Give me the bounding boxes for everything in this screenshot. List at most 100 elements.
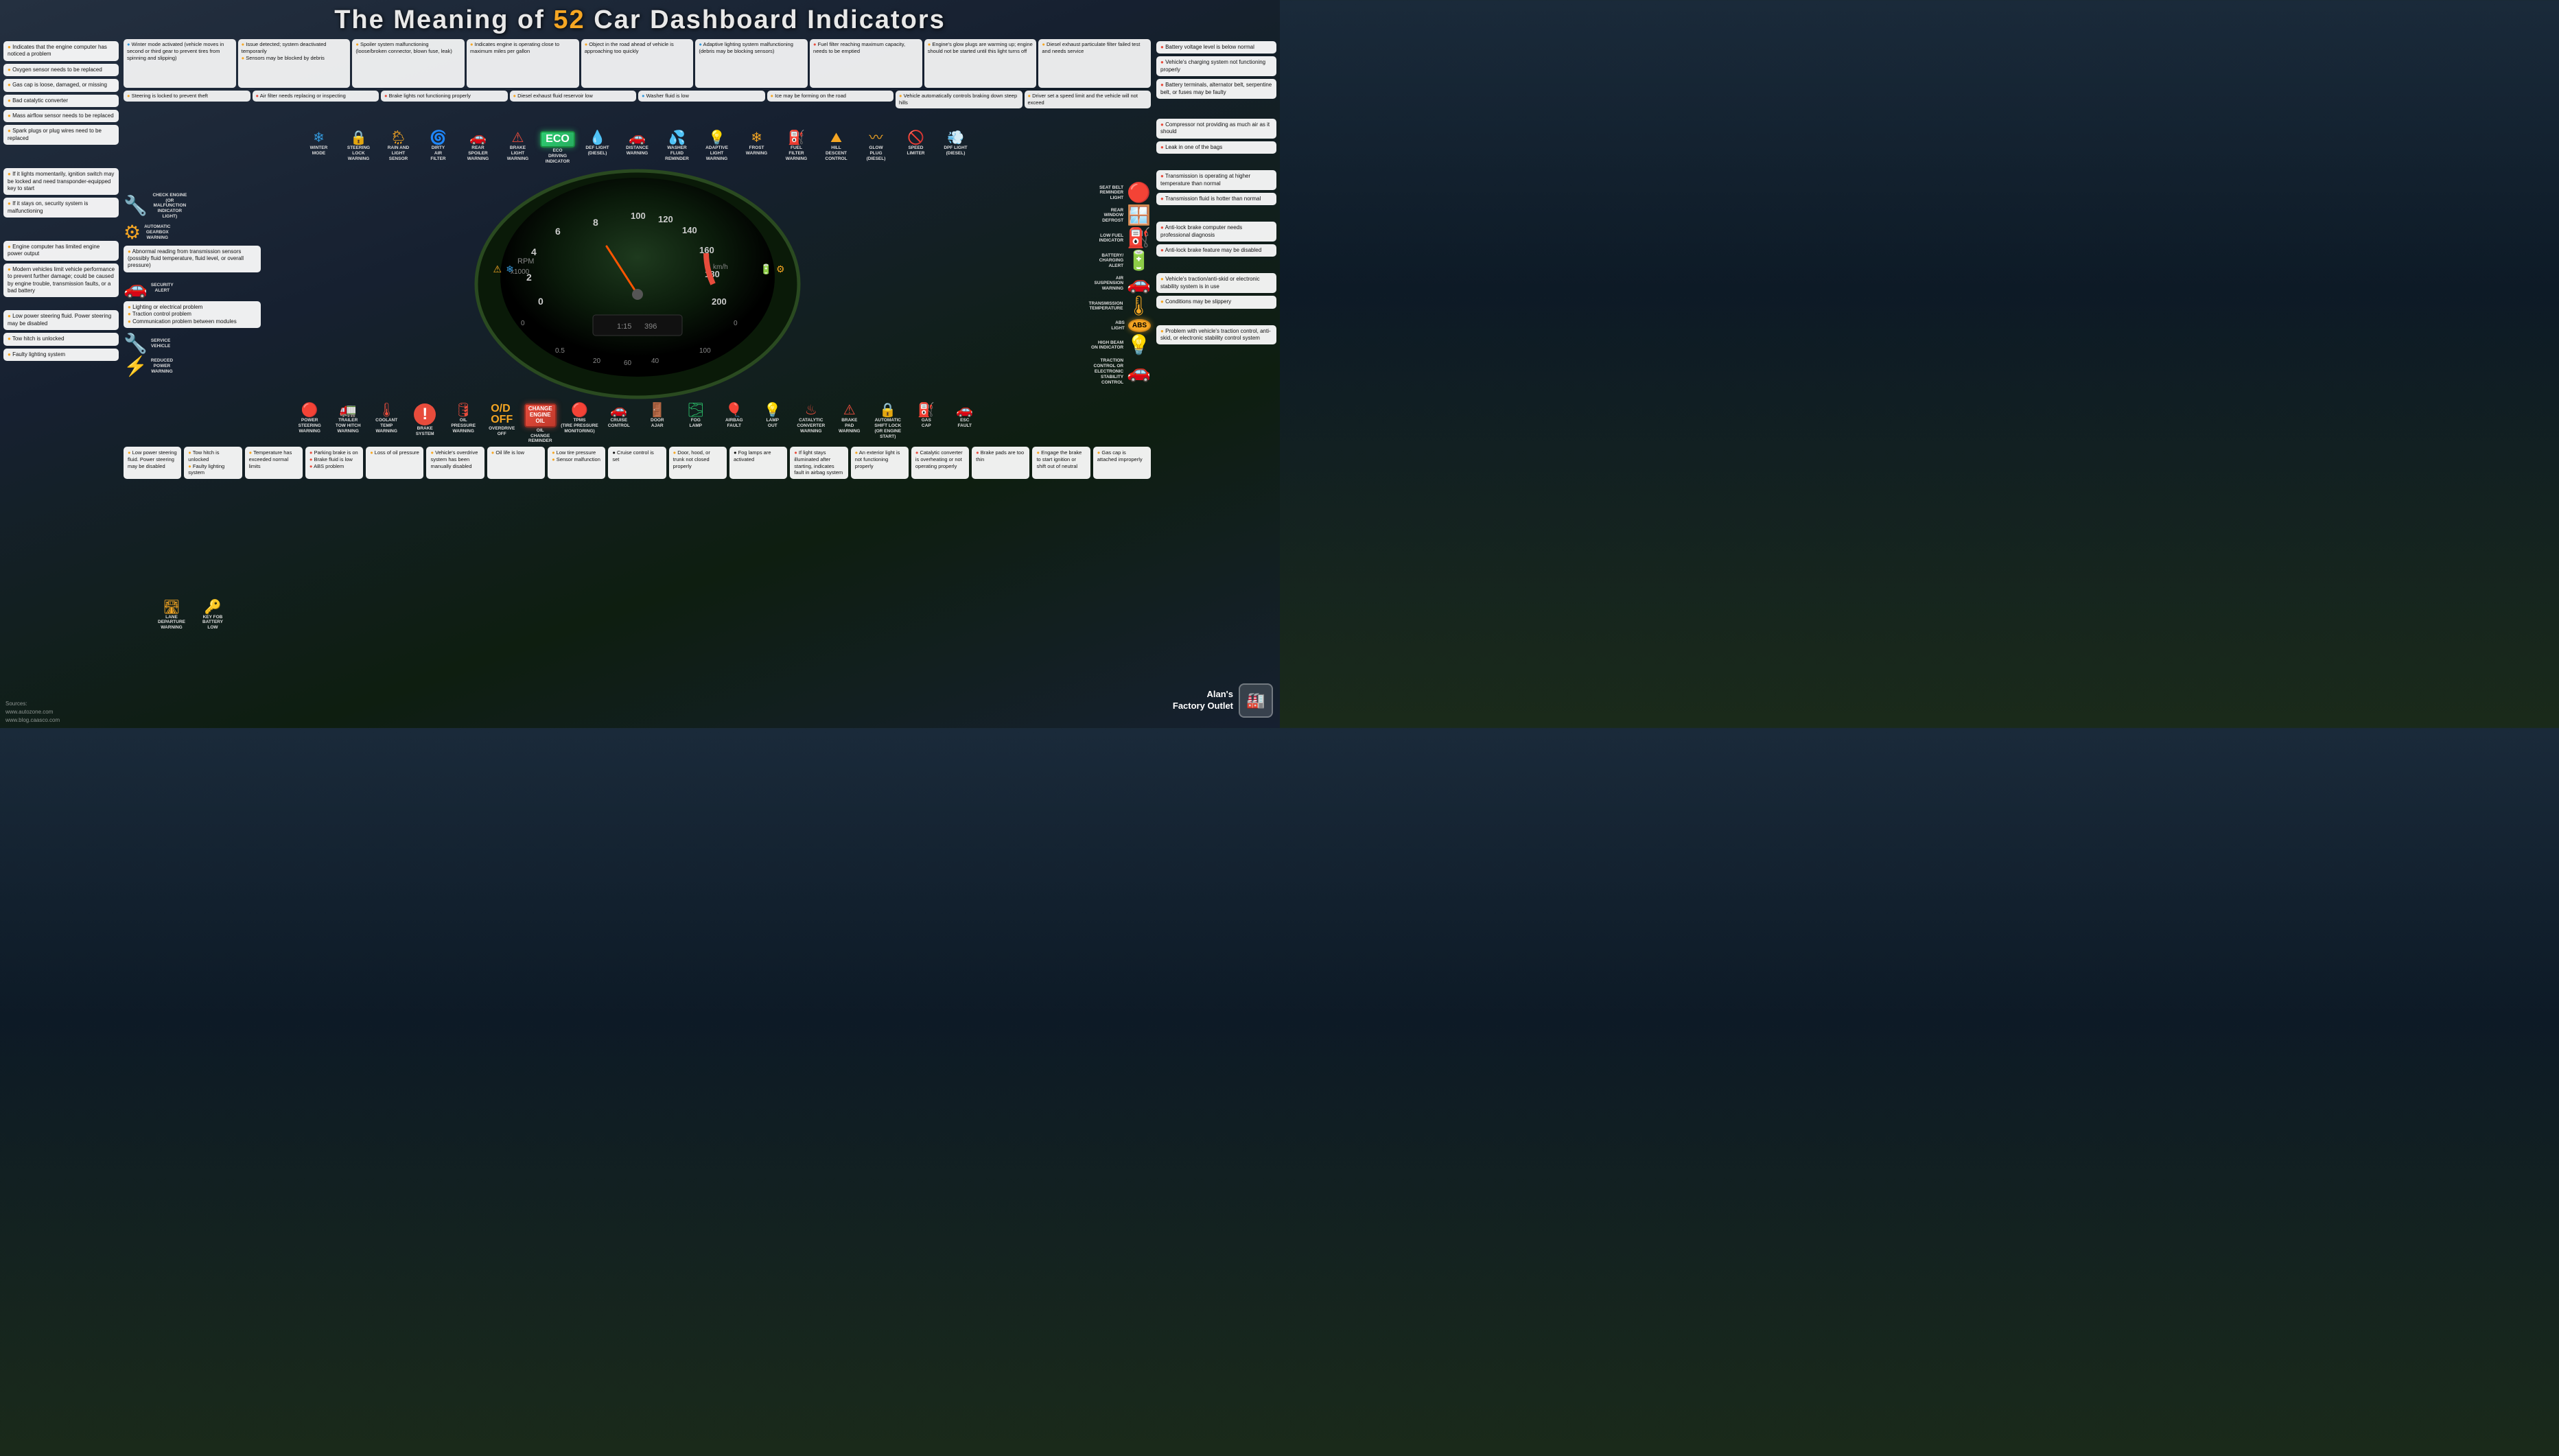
anno-glow: ● Engine's glow plugs are warming up; en… [924, 39, 1037, 88]
indicator-steering-lock: 🔒 STEERINGLOCKWARNING [341, 131, 377, 164]
callout-compressor: ● Compressor not providing as much air a… [1156, 119, 1276, 139]
brake-pad-label: BRAKEPADWARNING [839, 418, 860, 434]
svg-text:0: 0 [538, 296, 544, 307]
esc-icon: 🚗 [956, 403, 973, 417]
top-anno-row1: ● Winter mode activated (vehicle moves i… [120, 38, 1154, 89]
brake-system-label: BRAKESYSTEM [416, 426, 434, 437]
anno-issue-text: ● Issue detected; system deactivated tem… [238, 39, 351, 88]
page-wrapper: The Meaning of 52 Car Dashboard Indicato… [0, 0, 1280, 728]
indicator-key-fob: 🔑 KEY FOBBATTERYLOW [195, 600, 231, 631]
cb-cruise: ● Cruise control is set [608, 447, 666, 479]
defrost-row: REARWINDOWDEFROST 🪟 [1102, 206, 1151, 225]
indicator-power-steering: 🔴 POWERSTEERINGWARNING [292, 403, 327, 444]
trailer-tow-icon: 🚛 [340, 403, 357, 417]
anno-winter-text: ● Winter mode activated (vehicle moves i… [124, 39, 236, 88]
anno-speed-limit: ● Driver set a speed limit and the vehic… [1025, 91, 1152, 128]
cb-tpms: ● Low tire pressure ● Sensor malfunction [548, 447, 605, 479]
traction-label: TRACTIONCONTROL ORELECTRONICSTABILITY CO… [1086, 358, 1123, 385]
brand-name: Alan'sFactory Outlet [1173, 689, 1233, 712]
overdrive-label: OVERDRIVEOFF [489, 426, 515, 437]
indicator-eco: ECO ECODRIVINGINDICATOR [540, 131, 576, 164]
change-oil-label: OILCHANGEREMINDER [528, 428, 552, 444]
anno-glow-text: ● Engine's glow plugs are warming up; en… [924, 39, 1037, 88]
seatbelt-row: SEAT BELTREMINDERLIGHT 🔴 [1099, 183, 1151, 202]
fog-icon: 🌫 [687, 403, 704, 417]
trailer-tow-label: TRAILERTOW HITCHWARNING [336, 418, 361, 434]
cruise-icon: 🚗 [610, 403, 627, 417]
indicator-esc: 🚗 ESCFAULT [947, 403, 983, 444]
sources-label: Sources: [5, 700, 60, 708]
speedometer-container: RPM x1000 0 2 4 6 8 200 180 160 140 120 … [473, 167, 802, 401]
tpms-label: TPMS(Tire pressuremonitoring) [561, 418, 598, 434]
anno-fuel-filter: ● Fuel filter reaching maximum capacity,… [810, 39, 922, 88]
speed-limiter-icon: 🚫 [907, 131, 924, 145]
frost-label: FROSTWARNING [746, 145, 767, 156]
check-engine-text: CHECK ENGINE(or MalfunctionIndicator Lig… [151, 193, 189, 220]
callout-abs-diagnosis: ● Anti-lock brake computer needs profess… [1156, 222, 1276, 242]
low-fuel-icon: ⛽ [1127, 228, 1151, 248]
gas-cap-icon: ⛽ [918, 403, 935, 417]
anno-steering-lock: ● Steering is locked to prevent theft [124, 91, 250, 128]
brand-logo: Alan'sFactory Outlet 🏭 [1173, 683, 1273, 718]
indicator-rear-spoiler: 🚗 REARSPOILERWARNING [460, 131, 496, 164]
top-indicator-row: ❄ WINTERMODE 🔒 STEERINGLOCKWARNING 🌦 RAI… [120, 130, 1154, 165]
center-region: ● Winter mode activated (vehicle moves i… [120, 38, 1154, 728]
page-title: The Meaning of 52 Car Dashboard Indicato… [0, 5, 1280, 35]
key-fob-label: KEY FOBBATTERYLOW [202, 615, 223, 631]
indicator-lamp-out: 💡 LAMPOUT [755, 403, 791, 444]
callout-engine-power: ● Engine computer has limited engine pow… [3, 241, 119, 261]
gearbox-icon: ⚙ [124, 223, 141, 242]
anno-ice: ● Ice may be forming on the road [767, 91, 894, 128]
callout-trans-fluid: ● Transmission fluid is hotter than norm… [1156, 193, 1276, 205]
cat-conv-label: CATALYTICCONVERTERWARNING [797, 418, 825, 434]
source-1: www.autozone.com [5, 708, 60, 716]
indicator-winter-mode: ❄ WINTERMODE [301, 131, 337, 164]
power-steering-label: POWERSTEERINGWARNING [299, 418, 321, 434]
air-susp-icon: 🚗 [1127, 274, 1151, 293]
indicator-brake-pad: ⚠ BRAKEPADWARNING [832, 403, 867, 444]
anno-dpf: ● Diesel exhaust particulate filter fail… [1038, 39, 1151, 88]
dpf-label: DPF LIGHT(Diesel) [944, 145, 967, 156]
indicator-washer: 💦 WASHERFLUIDREMINDER [659, 131, 695, 164]
seatbelt-label: SEAT BELTREMINDERLIGHT [1099, 185, 1123, 201]
cb-power-steering-bottom: ● Low power steering fluid. Power steeri… [124, 447, 181, 479]
dirty-air-icon: 🌀 [430, 131, 447, 145]
cb-airbag: ● If light stays illuminated after start… [790, 447, 848, 479]
lane-departure-area: 🛣 LANEDEPARTUREWARNING 🔑 KEY FOBBATTERYL… [124, 599, 261, 632]
indicator-door: 🚪 DOORAJAR [640, 403, 675, 444]
airbag-label: AIRBAGFAULT [725, 418, 743, 429]
callout-catalytic: ● Bad catalytic converter [3, 95, 119, 107]
svg-text:396: 396 [644, 322, 657, 331]
cb-shift-lock: ● Engage the brake to start ignition or … [1032, 447, 1090, 479]
fuel-filter-label: FUELFILTERWARNING [786, 145, 807, 161]
svg-text:40: 40 [651, 357, 659, 365]
svg-text:RPM: RPM [517, 257, 534, 266]
air-susp-label: AIRSUSPENSIONWARNING [1095, 276, 1124, 292]
indicator-gas-cap: ⛽ GASCAP [909, 403, 944, 444]
highbeam-row: HIGH BEAMON INDICATOR 💡 [1091, 336, 1151, 355]
gas-cap-label: GASCAP [922, 418, 931, 429]
check-engine-label: CHECK ENGINE(or MalfunctionIndicator Lig… [151, 193, 189, 220]
right-light-2: ⚙ [776, 263, 785, 275]
power-steering-icon: 🔴 [301, 403, 318, 417]
bottom-indicator-row: 🔴 POWERSTEERINGWARNING 🚛 TRAILERTOW HITC… [120, 402, 1154, 445]
low-fuel-label: LOW FUELINDICATOR [1099, 233, 1124, 244]
callout-check-engine: ● Indicates that the engine computer has… [3, 41, 119, 61]
airbag-icon: 🎈 [725, 403, 743, 417]
cat-conv-icon: ♨ [805, 403, 817, 417]
winter-mode-label: WINTERMODE [310, 145, 328, 156]
low-fuel-row: LOW FUELINDICATOR ⛽ [1099, 228, 1151, 248]
left-indicators: 🔧 CHECK ENGINE(or MalfunctionIndicator L… [124, 193, 261, 376]
indicator-frost: ❄ FROSTWARNING [739, 131, 775, 164]
shift-lock-icon: 🔒 [879, 403, 896, 417]
indicator-fog: 🌫 FOGLAMP [678, 403, 714, 444]
indicator-shift-lock: 🔒 AUTOMATICSHIFT LOCK(or EngineStart) [870, 403, 906, 444]
svg-text:1:15: 1:15 [617, 322, 631, 331]
sources-area: Sources: www.autozone.com www.blog.caasc… [5, 700, 60, 725]
reduced-power-row: ⚡ REDUCEDPOWERWARNING [124, 357, 261, 376]
trans-temp-row: TRANSMISSIONTEMPERATURE 🌡 [1089, 296, 1151, 316]
brake-system-icon: ! [414, 403, 436, 425]
fog-label: FOGLAMP [690, 418, 702, 429]
cb-change-oil: ● Oil life is low [487, 447, 545, 479]
svg-text:0: 0 [521, 320, 525, 327]
